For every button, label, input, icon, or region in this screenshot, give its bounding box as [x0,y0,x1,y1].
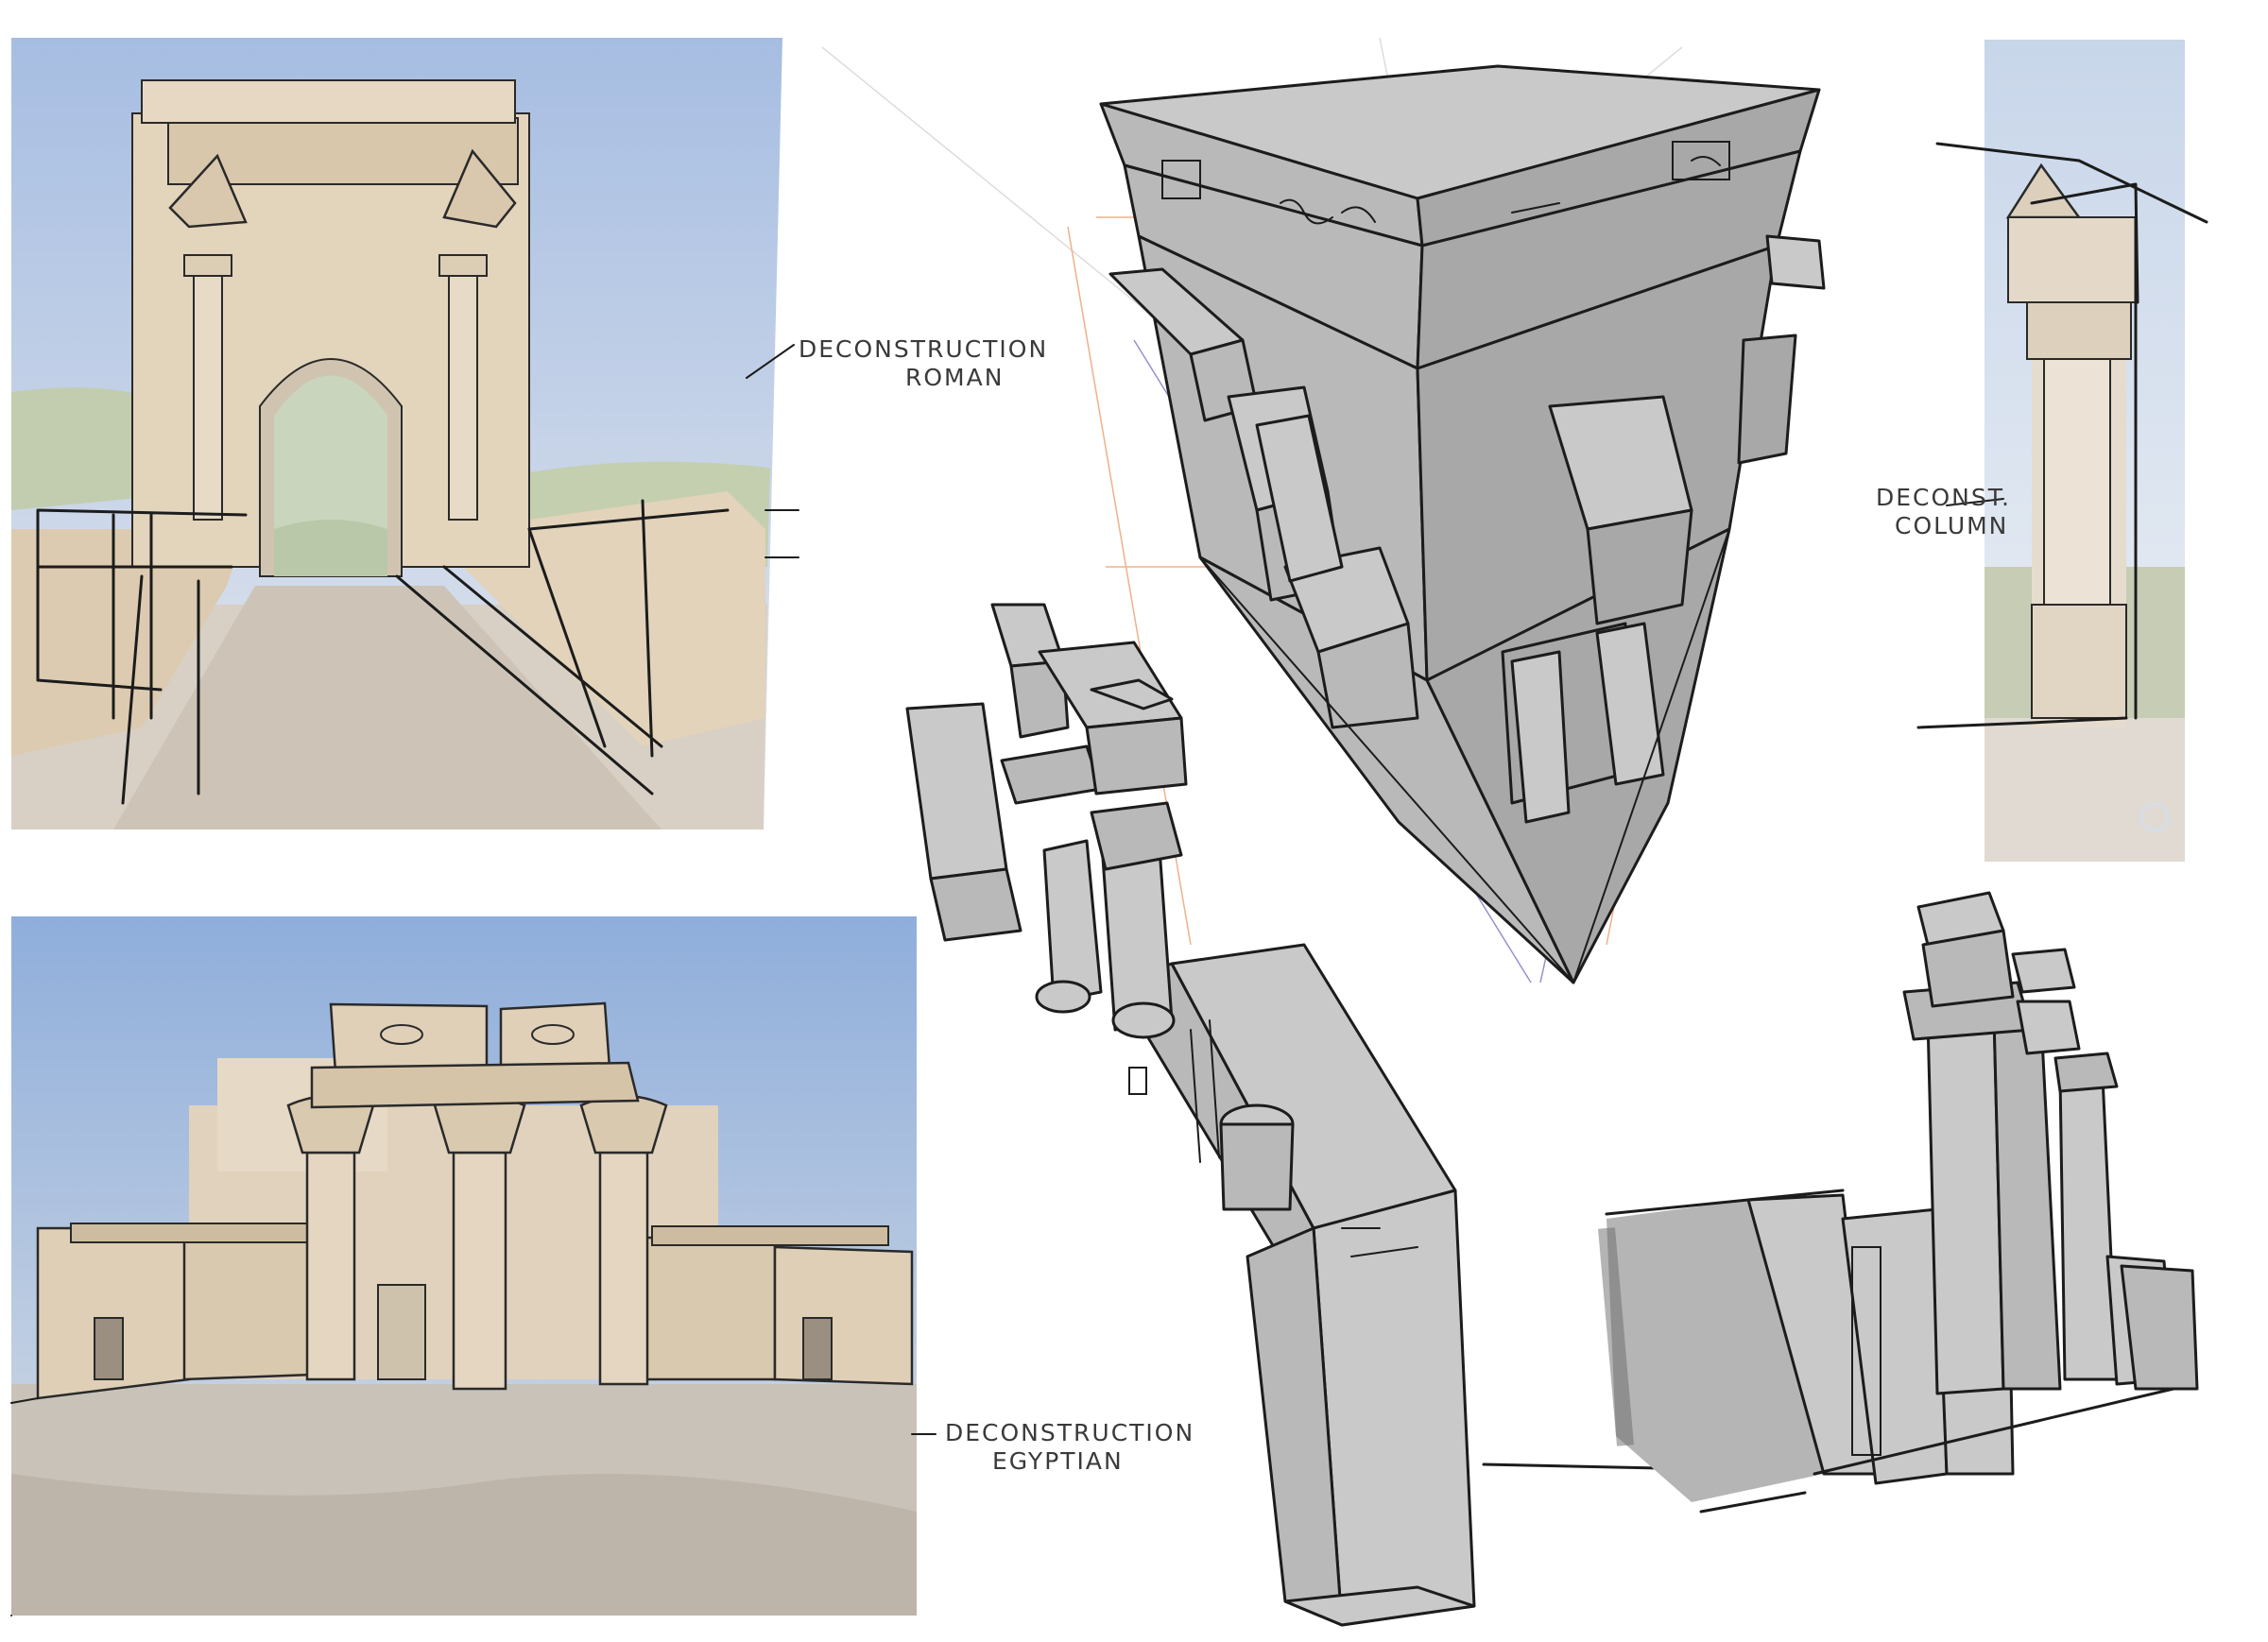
roman-arch-photo [11,38,799,830]
sketch-sheet: DECONSTRUCTION ROMAN DECONST. COLUMN DEC… [10,37,2208,1627]
egyptian-temple-photo [10,916,917,1616]
annotation-egyptian-line1: DECONSTRUCTION [945,1419,1194,1446]
annotation-roman-line2: ROMAN [905,364,1004,391]
column-photo [1916,40,2208,862]
annotation-column: DECONST. COLUMN [1876,484,2011,539]
annotation-egyptian: DECONSTRUCTION EGYPTIAN [911,1419,1194,1475]
annotation-roman: DECONSTRUCTION ROMAN [746,335,1048,391]
annotation-roman-line1: DECONSTRUCTION [799,335,1048,363]
annotation-egyptian-line2: EGYPTIAN [992,1447,1124,1475]
egyptian-corner-sketch [1598,891,2199,1514]
annotation-column-line2: COLUMN [1895,512,2008,539]
annotation-column-line1: DECONST. [1876,484,2011,511]
